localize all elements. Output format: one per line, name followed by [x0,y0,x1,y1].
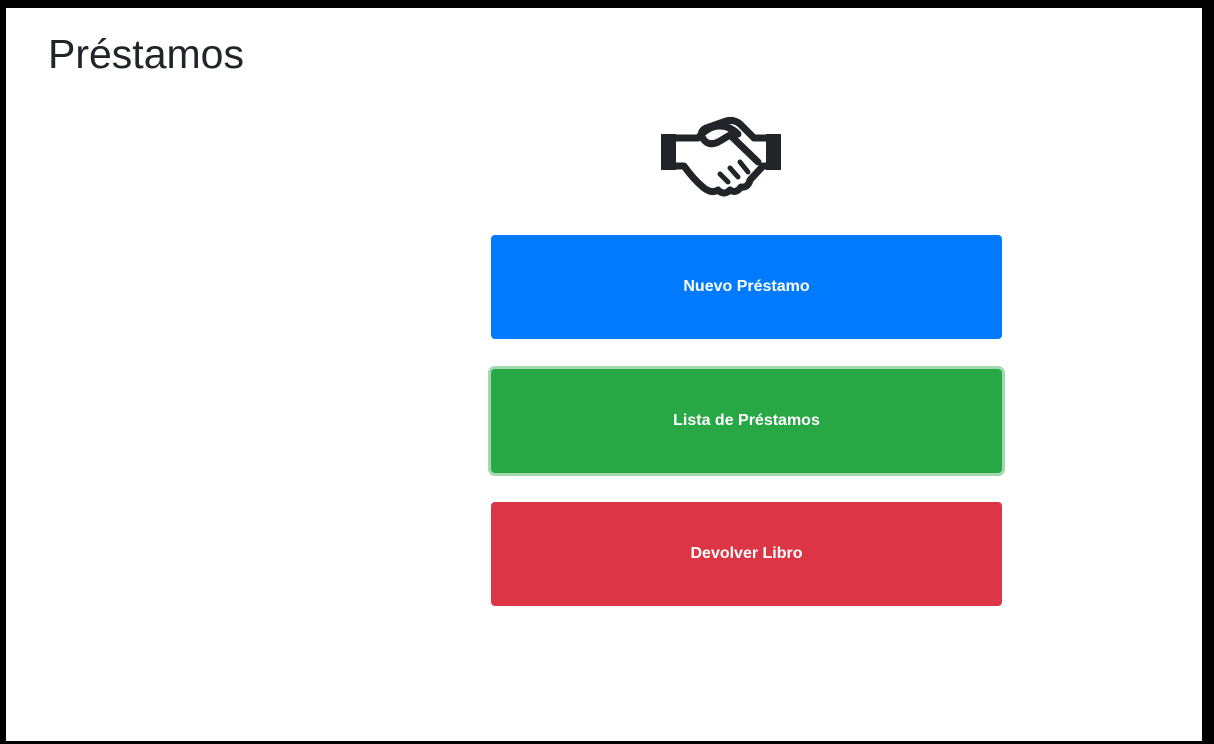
app-window: Préstamos Nuevo Préstamo Lista de Présta… [0,0,1214,744]
handshake-icon [661,116,781,197]
loan-list-button[interactable]: Lista de Préstamos [491,369,1002,473]
new-loan-button[interactable]: Nuevo Préstamo [491,235,1002,339]
return-book-button[interactable]: Devolver Libro [491,502,1002,606]
loan-list-button-label: Lista de Préstamos [673,412,820,429]
page-title: Préstamos [48,31,244,77]
new-loan-button-label: Nuevo Préstamo [683,278,810,295]
return-book-button-label: Devolver Libro [690,545,803,562]
